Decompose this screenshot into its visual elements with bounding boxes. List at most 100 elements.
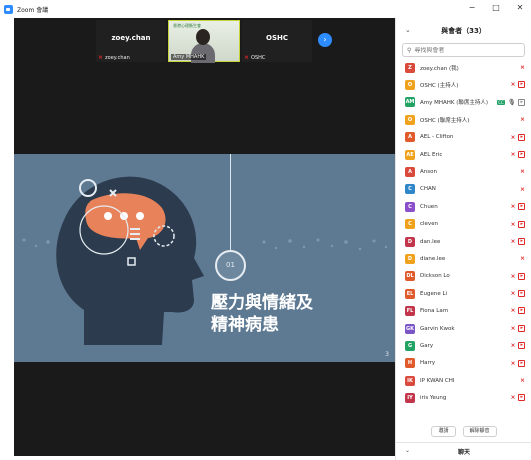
thumbnail-brand-text: 香港心理衞生會 (173, 23, 201, 28)
thumbnail-label-text: OSHC (251, 54, 266, 61)
video-off-icon[interactable]: ▸ (518, 81, 525, 89)
video-off-icon[interactable]: ▸ (518, 237, 525, 245)
participant-row[interactable]: Ccleven ⨯ ▸ (396, 216, 531, 233)
participant-row[interactable]: Ddiane.lee ⨯ (396, 250, 531, 267)
video-off-icon[interactable]: ▸ (518, 150, 525, 158)
participant-name: diane.lee (420, 255, 446, 262)
participant-row[interactable]: IK IP KWAN CHI ⨯ (396, 372, 531, 389)
participant-search-box[interactable]: ⚲ (402, 43, 525, 57)
microphone-icon[interactable]: 🎙 (508, 99, 516, 106)
participant-row[interactable]: AE AEL Eric ⨯ ▸ (396, 146, 531, 163)
mic-muted-icon[interactable]: ⨯ (510, 360, 515, 367)
video-thumbnail[interactable]: zoey.chan ⨯ zoey.chan (96, 20, 166, 62)
video-off-icon[interactable]: ▸ (518, 307, 525, 315)
participant-row[interactable]: GK Garvin Kwok ⨯ ▸ (396, 320, 531, 337)
participant-avatar: O (405, 114, 415, 125)
participant-avatar: AE (405, 149, 415, 160)
mic-muted-icon[interactable]: ⨯ (510, 325, 515, 332)
participant-row[interactable]: Zzoey.chan (我) ⨯ (396, 59, 531, 76)
participant-name: Fiona Lam (420, 308, 449, 315)
video-camera-icon[interactable]: ▸ (518, 98, 525, 106)
participant-row[interactable]: H Harry ⨯ ▸ (396, 355, 531, 372)
participant-row[interactable]: AM Amy MHAHK (聯席主持人) CC 🎙 ▸ (396, 94, 531, 111)
participant-name: AEL - Clifton (420, 134, 454, 141)
participant-avatar: O (405, 80, 415, 91)
participant-avatar: Z (405, 62, 415, 73)
participants-title: 與會者（33） (441, 26, 486, 35)
thumbnail-label-text: zoey.chan (105, 54, 130, 61)
mic-muted-icon[interactable]: ⨯ (510, 394, 515, 401)
participant-avatar: D (405, 253, 415, 264)
participant-row[interactable]: A Anson ⨯ (396, 163, 531, 180)
participant-row[interactable]: DL Dickson Lo ⨯ ▸ (396, 268, 531, 285)
participant-name: Harry (420, 360, 436, 367)
mic-muted-icon[interactable]: ⨯ (510, 307, 515, 314)
video-off-icon[interactable]: ▸ (518, 133, 525, 141)
video-thumbnail-active[interactable]: 香港心理衞生會 Amy MHAHK (168, 20, 240, 63)
participant-row[interactable]: C Chuen ⨯ ▸ (396, 198, 531, 215)
mic-muted-icon[interactable]: ⨯ (510, 151, 515, 158)
participant-row[interactable]: O OSHC (聯席主持人) ⨯ (396, 111, 531, 128)
participant-name: Garvin Kwok (420, 325, 455, 332)
participant-avatar: D (405, 236, 415, 247)
mic-muted-icon[interactable]: ⨯ (520, 377, 525, 384)
participant-row[interactable]: EL Eugene Li ⨯ ▸ (396, 285, 531, 302)
participant-search-input[interactable] (414, 46, 515, 54)
chat-panel-header[interactable]: ⌄ 聊天 (396, 442, 531, 460)
collapse-chevron-icon[interactable]: ⌄ (405, 26, 411, 34)
video-off-icon[interactable]: ▸ (518, 394, 525, 402)
participant-row[interactable]: Ddan.lee ⨯ ▸ (396, 233, 531, 250)
thumbnail-display-name: zoey.chan (111, 34, 151, 42)
zoom-meeting-window: Zoom 會議 − □ ✕ zoey.chan ⨯ zoey.chan 香港心理… (0, 0, 531, 460)
mic-muted-icon[interactable]: ⨯ (510, 203, 515, 210)
participant-row[interactable]: G Gary ⨯ ▸ (396, 337, 531, 354)
participant-avatar: A (405, 132, 415, 143)
video-off-icon[interactable]: ▸ (518, 342, 525, 350)
invite-button[interactable]: 邀請 (431, 426, 456, 437)
thumbnail-label: ⨯ zoey.chan (98, 54, 130, 61)
maximize-button[interactable]: □ (491, 3, 501, 13)
mic-muted-icon[interactable]: ⨯ (510, 273, 515, 280)
thumbnail-label-text: Amy MHAHK (173, 54, 205, 60)
participants-header: ⌄ 與會者（33） (396, 18, 531, 43)
mic-muted-icon[interactable]: ⨯ (520, 116, 525, 123)
next-page-arrow-icon[interactable]: › (318, 33, 332, 47)
mic-muted-icon[interactable]: ⨯ (520, 186, 525, 193)
video-off-icon[interactable]: ▸ (518, 290, 525, 298)
minimize-button[interactable]: − (467, 3, 477, 13)
mic-muted-icon[interactable]: ⨯ (510, 134, 515, 141)
head-illustration-icon (56, 176, 204, 345)
participant-name: iris Yeung (420, 395, 447, 402)
participant-name: Anson (420, 169, 437, 176)
video-off-icon[interactable]: ▸ (518, 359, 525, 367)
participant-row[interactable]: FL Fiona Lam ⨯ ▸ (396, 302, 531, 319)
participant-avatar: IK (405, 375, 415, 386)
mic-muted-icon[interactable]: ⨯ (510, 81, 515, 88)
mic-muted-icon[interactable]: ⨯ (510, 342, 515, 349)
mic-muted-icon[interactable]: ⨯ (510, 290, 515, 297)
participant-row[interactable]: IY iris Yeung ⨯ ▸ (396, 389, 531, 406)
video-thumbnail[interactable]: OSHC ⨯ OSHC (242, 20, 312, 62)
slide-section-number: 01 (215, 250, 246, 281)
participant-avatar: AM (405, 97, 415, 108)
participant-name: zoey.chan (我) (420, 65, 459, 72)
mic-muted-icon[interactable]: ⨯ (520, 64, 525, 71)
close-button[interactable]: ✕ (515, 3, 525, 13)
participant-row[interactable]: C CHAN ⨯ (396, 181, 531, 198)
shared-slide: 01 壓力與情緒及 精神病患 3 (14, 154, 395, 362)
unmute-all-button[interactable]: 解除靜音 (462, 426, 497, 437)
mic-muted-icon[interactable]: ⨯ (520, 255, 525, 262)
mic-muted-icon[interactable]: ⨯ (510, 238, 515, 245)
video-off-icon[interactable]: ▸ (518, 324, 525, 332)
participant-status-icons: ⨯ ▸ (510, 203, 525, 211)
video-off-icon[interactable]: ▸ (518, 272, 525, 280)
video-off-icon[interactable]: ▸ (518, 220, 525, 228)
mic-muted-icon[interactable]: ⨯ (510, 221, 515, 228)
mic-muted-icon[interactable]: ⨯ (520, 168, 525, 175)
video-off-icon[interactable]: ▸ (518, 203, 525, 211)
zoom-logo-icon (4, 4, 13, 14)
participant-row[interactable]: O OSHC (主持人) ⨯ ▸ (396, 76, 531, 93)
participant-status-icons: ⨯ ▸ (510, 324, 525, 332)
slide-divider-line (230, 154, 231, 252)
participant-row[interactable]: A AEL - Clifton ⨯ ▸ (396, 129, 531, 146)
